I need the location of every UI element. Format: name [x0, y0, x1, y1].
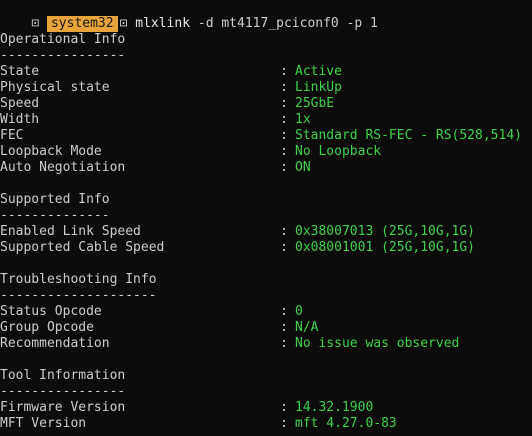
- info-key: Supported Cable Speed: [0, 240, 165, 255]
- info-value: Standard RS-FEC - RS(528,514): [295, 128, 522, 143]
- colon-separator: :: [280, 400, 288, 415]
- colon-separator: :: [280, 336, 288, 351]
- section-underline: --------------------: [0, 288, 157, 303]
- colon-separator: :: [280, 320, 288, 335]
- info-key: Status Opcode: [0, 304, 102, 319]
- info-row: Supported Cable Speed:0x08001001 (25G,10…: [0, 240, 532, 256]
- info-value: No Loopback: [295, 144, 382, 159]
- colon-separator: :: [280, 80, 288, 95]
- info-key: Firmware Version: [0, 400, 126, 415]
- folder-segment: system32: [46, 16, 118, 32]
- info-row: FEC: Standard RS-FEC - RS(528,514): [0, 128, 532, 144]
- info-row: Speed:25GbE: [0, 96, 532, 112]
- info-key: Enabled Link Speed: [0, 224, 141, 239]
- colon-separator: :: [280, 128, 288, 143]
- colon-separator: :: [280, 112, 288, 127]
- info-key: State: [0, 64, 40, 79]
- info-row: Firmware Version:14.32.1900: [0, 400, 532, 416]
- section-underline: ----------------: [0, 48, 126, 63]
- info-key: Width: [0, 112, 40, 127]
- info-row: Group Opcode: N/A: [0, 320, 532, 336]
- section-title: Troubleshooting Info: [0, 272, 157, 287]
- prompt-line: ⊡ system32 ⊡ mlxlink -d mt4117_pciconf0 -…: [0, 0, 378, 32]
- info-key: Group Opcode: [0, 320, 94, 335]
- section-title: Tool Information: [0, 368, 126, 383]
- colon-separator: :: [280, 416, 288, 431]
- info-row: Status Opcode:0: [0, 304, 532, 320]
- info-value: 1x: [295, 112, 311, 127]
- info-row: Auto Negotiation: ON: [0, 160, 532, 176]
- section-title: Operational Info: [0, 32, 126, 47]
- colon-separator: :: [280, 96, 288, 111]
- info-value: 0x08001001 (25G,10G,1G): [295, 240, 476, 255]
- info-row: Recommendation: No issue was observed: [0, 336, 532, 352]
- info-value: LinkUp: [295, 80, 342, 95]
- info-value: ON: [295, 160, 311, 175]
- info-value: 0x38007013 (25G,10G,1G): [295, 224, 476, 239]
- colon-separator: :: [280, 304, 288, 319]
- info-row: Enabled Link Speed:0x38007013 (25G,10G,1…: [0, 224, 532, 240]
- info-key: Recommendation: [0, 336, 110, 351]
- info-key: Auto Negotiation: [0, 160, 126, 175]
- info-value: No issue was observed: [295, 336, 460, 351]
- info-value: Active: [295, 64, 342, 79]
- info-value: 0: [295, 304, 303, 319]
- powershell-icon: ⊡: [31, 16, 40, 31]
- command-args: -d mt4117_pciconf0 -p 1: [197, 16, 378, 31]
- info-key: Speed: [0, 96, 40, 111]
- colon-separator: :: [280, 160, 288, 175]
- info-row: Width:1x: [0, 112, 532, 128]
- section-underline: --------------: [0, 208, 110, 223]
- colon-separator: :: [280, 240, 288, 255]
- info-key: Loopback Mode: [0, 144, 102, 159]
- colon-separator: :: [280, 224, 288, 239]
- colon-separator: :: [280, 64, 288, 79]
- info-value: mft 4.27.0-83: [295, 416, 397, 431]
- info-value: 25GbE: [295, 96, 335, 111]
- info-key: MFT Version: [0, 416, 87, 431]
- info-row: Physical state: LinkUp: [0, 80, 532, 96]
- info-row: MFT Version: mft 4.27.0-83: [0, 416, 532, 432]
- info-key: Physical state: [0, 80, 110, 95]
- info-row: Loopback Mode: No Loopback: [0, 144, 532, 160]
- section-title: Supported Info: [0, 192, 110, 207]
- info-value: 14.32.1900: [295, 400, 374, 415]
- info-key: FEC: [0, 128, 24, 143]
- info-row: State: Active: [0, 64, 532, 80]
- info-value: N/A: [295, 320, 319, 335]
- section-underline: ----------------: [0, 384, 126, 399]
- colon-separator: :: [280, 144, 288, 159]
- command-name: mlxlink: [135, 16, 191, 31]
- terminal-window[interactable]: ⊡ system32 ⊡ mlxlink -d mt4117_pciconf0 -…: [0, 0, 532, 436]
